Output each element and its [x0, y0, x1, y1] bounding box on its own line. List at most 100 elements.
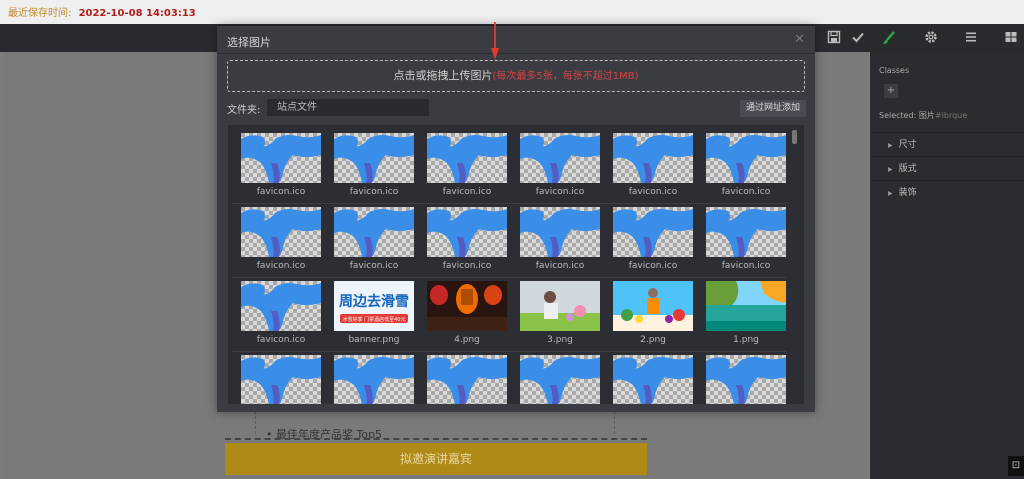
image-tile[interactable]: favicon.ico [241, 133, 321, 197]
image-thumbnail [706, 207, 786, 257]
image-tile[interactable] [706, 355, 786, 404]
image-tile[interactable] [427, 355, 507, 404]
image-tile[interactable]: favicon.ico [613, 133, 693, 197]
image-thumbnail [613, 355, 693, 404]
image-tile[interactable] [520, 355, 600, 404]
image-thumbnail [613, 281, 693, 331]
section-decoration[interactable]: ▶ 装饰 [870, 180, 1024, 204]
save-icon[interactable] [826, 30, 842, 46]
close-icon[interactable]: ✕ [794, 32, 805, 47]
image-thumbnail [520, 207, 600, 257]
image-tile[interactable]: 周边去滑雪冰雪好季 门票酒店低至40元 banner.png [334, 281, 414, 345]
cta-banner: 拟邀演讲嘉宾 [225, 443, 647, 475]
image-thumbnail [427, 281, 507, 331]
folder-select[interactable]: 站点文件 [267, 99, 429, 116]
image-tile[interactable] [241, 355, 321, 404]
section-layout[interactable]: ▶ 版式 [870, 156, 1024, 180]
upload-text: 点击或拖拽上传图片 [393, 69, 493, 82]
image-tile[interactable]: 1.png [706, 281, 786, 345]
caret-right-icon: ▶ [888, 190, 893, 197]
image-tile[interactable]: favicon.ico [520, 133, 600, 197]
add-by-url-button[interactable]: 通过网址添加 [740, 100, 806, 117]
image-thumbnail [520, 281, 600, 331]
add-class-button[interactable]: + [884, 84, 898, 98]
image-thumbnail [241, 133, 321, 183]
image-filename: favicon.ico [628, 187, 678, 197]
gear-icon[interactable] [923, 30, 939, 46]
image-tile[interactable]: 2.png [613, 281, 693, 345]
modal-title: 选择图片 [227, 36, 271, 49]
image-thumbnail [706, 281, 786, 331]
image-thumbnail [613, 207, 693, 257]
image-tile[interactable]: favicon.ico [613, 207, 693, 271]
image-thumbnail [241, 281, 321, 331]
last-saved-time: 2022-10-08 14:03:13 [78, 8, 196, 19]
image-tile[interactable]: favicon.ico [706, 133, 786, 197]
selected-label: Selected: 图片#lbrque [879, 111, 968, 120]
svg-text:冰雪好季 门票酒店低至40元: 冰雪好季 门票酒店低至40元 [343, 316, 406, 323]
grid-row-divider [232, 203, 786, 204]
image-thumbnail [334, 207, 414, 257]
image-thumbnail: 周边去滑雪冰雪好季 门票酒店低至40元 [334, 281, 414, 331]
image-filename: favicon.ico [442, 261, 492, 271]
expand-icon[interactable]: ⊡ [1008, 456, 1024, 476]
image-filename: favicon.ico [535, 187, 585, 197]
check-icon[interactable] [850, 30, 866, 46]
image-thumbnail [520, 133, 600, 183]
style-manager-panel: Classes + Selected: 图片#lbrque ▶ 尺寸 ▶ 版式 ▶ 装… [870, 52, 1024, 479]
brush-icon[interactable] [881, 30, 897, 46]
classes-title: Classes [879, 66, 910, 75]
menu-icon[interactable] [963, 30, 979, 46]
image-thumbnail [427, 355, 507, 404]
image-filename: favicon.ico [535, 261, 585, 271]
image-tile[interactable]: 3.png [520, 281, 600, 345]
grid-scrollbar[interactable] [792, 130, 797, 402]
image-filename: 4.png [454, 335, 480, 345]
image-filename: favicon.ico [256, 261, 306, 271]
image-grid: favicon.ico favicon.ico favicon.ico favicon… [228, 125, 804, 404]
scrollbar-thumb[interactable] [792, 130, 797, 144]
image-filename: favicon.ico [721, 187, 771, 197]
grid-icon[interactable] [1003, 30, 1019, 46]
image-tile[interactable] [334, 355, 414, 404]
image-tile[interactable]: favicon.ico [241, 207, 321, 271]
image-tile[interactable]: favicon.ico [334, 133, 414, 197]
image-filename: favicon.ico [442, 187, 492, 197]
image-tile[interactable]: favicon.ico [706, 207, 786, 271]
svg-text:周边去滑雪: 周边去滑雪 [339, 293, 409, 310]
page-divider [225, 438, 647, 440]
image-filename: favicon.ico [721, 261, 771, 271]
image-filename: 2.png [640, 335, 666, 345]
image-tile[interactable]: favicon.ico [427, 133, 507, 197]
image-tile[interactable]: favicon.ico [427, 207, 507, 271]
image-thumbnail [520, 355, 600, 404]
image-thumbnail [613, 133, 693, 183]
image-filename: favicon.ico [349, 261, 399, 271]
image-filename: banner.png [348, 335, 400, 345]
image-filename: favicon.ico [256, 187, 306, 197]
last-saved-label: 最近保存时间: [8, 8, 72, 19]
upload-note: (每次最多5张，每张不超过1MB) [492, 71, 639, 82]
caret-right-icon: ▶ [888, 142, 893, 149]
image-filename: favicon.ico [256, 335, 306, 345]
image-thumbnail [427, 207, 507, 257]
folder-label: 文件夹: [227, 105, 261, 116]
image-tile[interactable]: favicon.ico [520, 207, 600, 271]
upload-dropzone[interactable]: 点击或拖拽上传图片(每次最多5张，每张不超过1MB) [227, 60, 805, 92]
image-thumbnail [706, 133, 786, 183]
section-size[interactable]: ▶ 尺寸 [870, 132, 1024, 156]
image-tile[interactable]: favicon.ico [241, 281, 321, 345]
image-filename: 3.png [547, 335, 573, 345]
image-thumbnail [334, 355, 414, 404]
image-tile[interactable] [613, 355, 693, 404]
image-filename: favicon.ico [628, 261, 678, 271]
select-image-modal: 选择图片 ✕ 点击或拖拽上传图片(每次最多5张，每张不超过1MB) 文件夹: 站… [217, 26, 815, 412]
image-tile[interactable]: favicon.ico [334, 207, 414, 271]
image-thumbnail [334, 133, 414, 183]
modal-header: 选择图片 ✕ [217, 26, 815, 54]
arrow-annotation-icon [491, 22, 499, 60]
grid-row-divider [232, 277, 786, 278]
image-filename: 1.png [733, 335, 759, 345]
image-tile[interactable]: 4.png [427, 281, 507, 345]
caret-right-icon: ▶ [888, 166, 893, 173]
